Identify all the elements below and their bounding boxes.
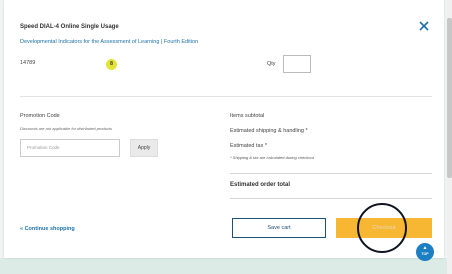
- status-badge: 8: [106, 59, 117, 70]
- promo-code-input[interactable]: Promotion Code: [20, 139, 120, 157]
- promo-label: Promotion Code: [20, 113, 60, 119]
- scrollbar[interactable]: [447, 0, 452, 274]
- footer-band: [0, 258, 452, 274]
- items-subtotal-label: Items subtotal: [230, 113, 265, 119]
- order-total-label: Estimated order total: [230, 182, 291, 188]
- save-cart-button[interactable]: Save cart: [232, 218, 326, 238]
- scrollbar-thumb[interactable]: [447, 18, 452, 178]
- product-sku: 14789: [20, 60, 36, 66]
- summary-divider-bottom: [230, 198, 432, 199]
- promo-note: Discounts are not applicable for distrib…: [20, 126, 113, 131]
- back-to-top-button[interactable]: ▲ TOP: [416, 243, 434, 261]
- qty-label: Qty: [267, 61, 276, 67]
- section-divider: [20, 96, 432, 97]
- product-subtitle-link[interactable]: Developmental Indicators for the Assessm…: [20, 39, 198, 45]
- apply-button[interactable]: Apply: [130, 139, 158, 157]
- shipping-label: Estimated shipping & handling *: [230, 128, 308, 134]
- shipping-tax-note: * Shipping & tax are calculated during c…: [230, 155, 314, 160]
- continue-shopping-link[interactable]: « Continue shopping: [20, 226, 75, 232]
- highlight-circle: [357, 203, 407, 253]
- top-label: TOP: [421, 252, 429, 256]
- arrow-up-icon: ▲: [422, 245, 428, 251]
- summary-divider: [230, 173, 432, 174]
- qty-input[interactable]: [283, 55, 311, 73]
- close-icon[interactable]: [417, 19, 431, 33]
- product-title: Speed DIAL-4 Online Single Usage: [20, 24, 119, 30]
- tax-label: Estimated tax *: [230, 143, 267, 149]
